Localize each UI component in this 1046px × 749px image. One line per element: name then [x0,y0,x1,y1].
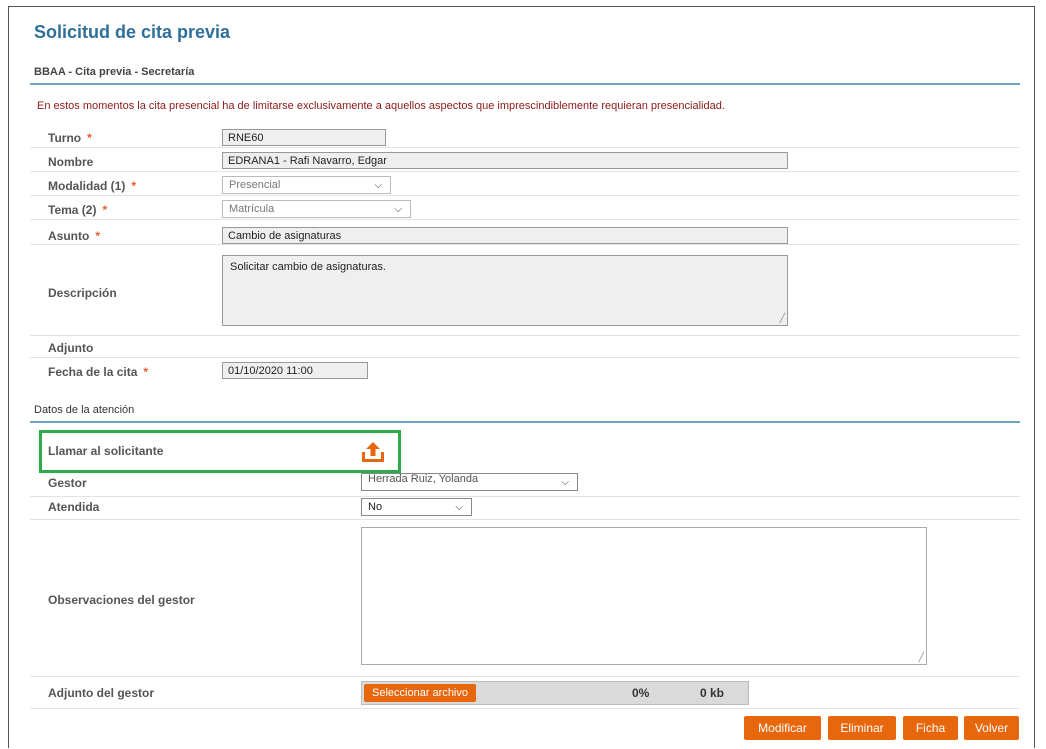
file-upload-bar: Seleccionar archivo 0% 0 kb [361,681,749,705]
llamar-label: Llamar al solicitante [48,444,164,458]
row-divider [30,244,1020,245]
nombre-label: Nombre [48,155,94,169]
row-divider [30,147,1020,148]
chevron-down-icon: ⌵ [374,180,382,191]
resize-grip-icon: ╱ [779,313,785,323]
row-divider [30,496,1020,497]
modificar-button[interactable]: Modificar [744,716,821,740]
select-file-button[interactable]: Seleccionar archivo [364,684,476,702]
upload-size: 0 kb [700,686,725,700]
gestor-select[interactable]: Herrada Ruiz, Yolanda ⌵ [361,473,578,491]
row-divider [30,519,1020,520]
asunto-field: Cambio de asignaturas [222,227,788,244]
row-divider [30,708,1020,709]
row-divider [30,357,1020,358]
row-divider [30,335,1020,336]
fecha-label: Fecha de la cita * [48,365,149,379]
section-divider [30,83,1020,85]
observaciones-textarea[interactable]: ╱ [361,527,927,665]
row-divider [30,195,1020,196]
fecha-field: 01/10/2020 11:00 [222,362,368,379]
row-divider [30,676,1020,677]
row-divider [30,171,1020,172]
ficha-button[interactable]: Ficha [903,716,958,740]
chevron-down-icon: ⌵ [455,502,463,513]
page-title: Solicitud de cita previa [34,22,231,42]
turno-label: Turno * [48,131,92,145]
atendida-select[interactable]: No ⌵ [361,498,472,516]
atencion-section-title: Datos de la atención [34,404,135,416]
modalidad-select[interactable]: Presencial ⌵ [222,176,391,194]
breadcrumb: BBAA - Cita previa - Secretaría [34,66,195,78]
chevron-down-icon: ⌵ [394,204,402,215]
tema-select[interactable]: Matrícula ⌵ [222,200,411,218]
modalidad-label: Modalidad (1) * [48,179,137,193]
upload-progress: 0% [632,686,650,700]
gestor-label: Gestor [48,476,87,490]
chevron-down-icon: ⌵ [561,477,569,488]
resize-grip-icon: ╱ [918,652,924,662]
asunto-label: Asunto * [48,229,100,243]
turno-field: RNE60 [222,129,386,146]
section-divider [30,421,1020,423]
upload-icon[interactable] [360,440,386,464]
row-divider [30,219,1020,220]
notice-text: En estos momentos la cita presencial ha … [37,100,725,112]
tema-label: Tema (2) * [48,203,108,217]
adjunto-gestor-label: Adjunto del gestor [48,686,154,700]
descripcion-label: Descripción [48,286,117,300]
eliminar-button[interactable]: Eliminar [828,716,896,740]
observaciones-label: Observaciones del gestor [48,593,195,607]
adjunto-label: Adjunto [48,341,94,355]
nombre-field: EDRANA1 - Rafi Navarro, Edgar [222,152,788,169]
volver-button[interactable]: Volver [964,716,1019,740]
descripcion-textarea: Solicitar cambio de asignaturas. ╱ [222,255,788,326]
atendida-label: Atendida [48,500,100,514]
